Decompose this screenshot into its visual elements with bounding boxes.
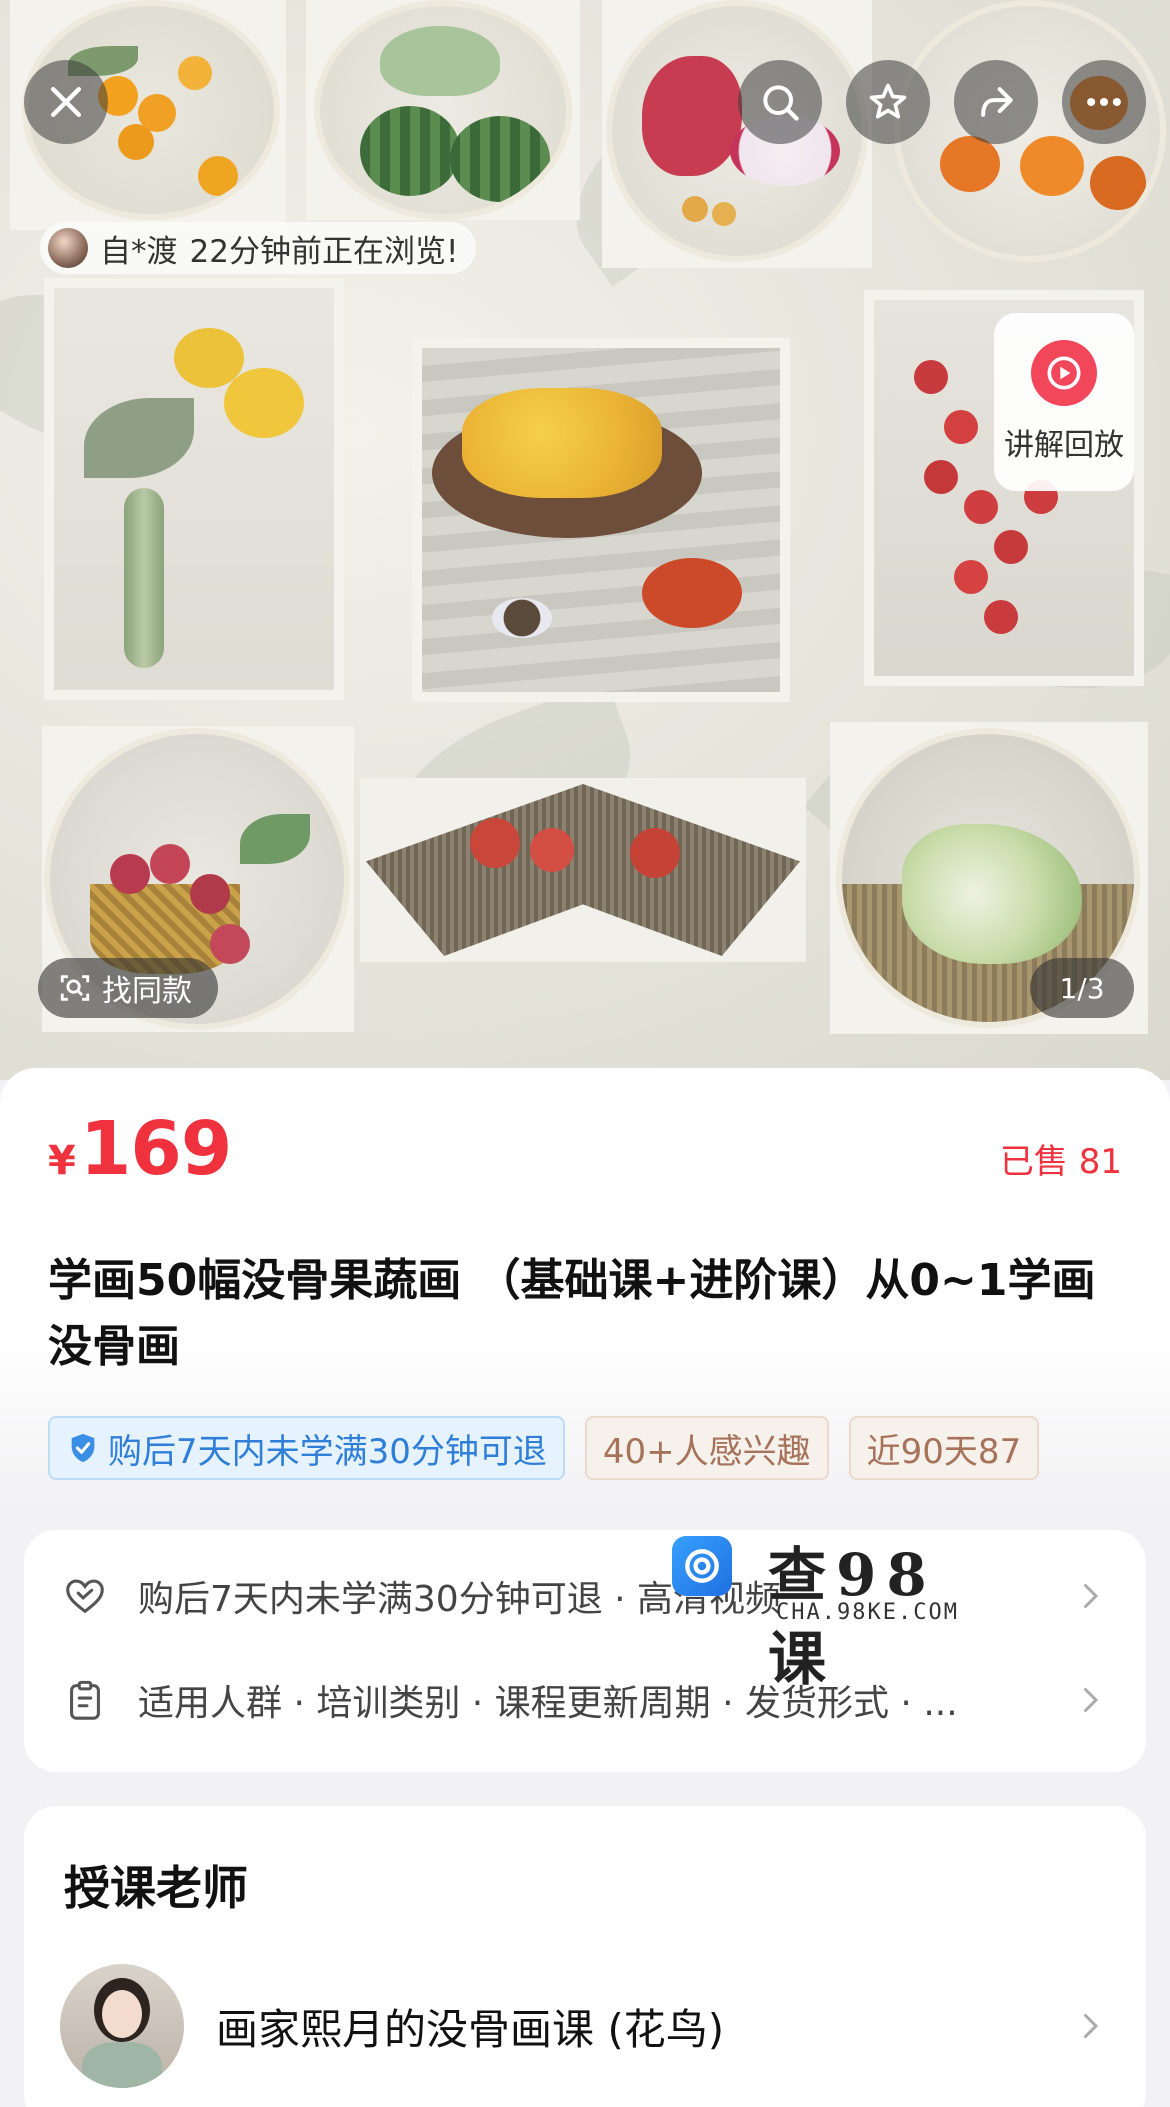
watermark: 查98课 CHA.98KE.COM bbox=[672, 1528, 982, 1693]
teacher-card: 授课老师 画家熙月的没骨画课 (花鸟) bbox=[24, 1806, 1146, 2107]
chevron-right-icon bbox=[1084, 2014, 1099, 2038]
chevron-right-icon bbox=[1084, 1584, 1099, 1608]
refund-guarantee-label: 购后7天内未学满30分钟可退 bbox=[108, 1431, 547, 1472]
refund-guarantee-tag: 购后7天内未学满30分钟可退 bbox=[48, 1416, 565, 1480]
teacher-row[interactable]: 画家熙月的没骨画课 (花鸟) bbox=[60, 1964, 1108, 2088]
replay-label: 讲解回放 bbox=[1004, 428, 1124, 463]
recent-sales-tag: 近90天87 bbox=[848, 1416, 1040, 1480]
price: ¥ 169 bbox=[48, 1106, 232, 1192]
search-icon bbox=[763, 85, 799, 121]
painting-pomegranate-fan bbox=[360, 778, 806, 962]
price-currency: ¥ bbox=[48, 1138, 76, 1184]
painting-pumpkin bbox=[314, 0, 572, 220]
more-button[interactable] bbox=[1062, 60, 1146, 144]
teacher-avatar bbox=[60, 1964, 184, 2088]
replay-icon bbox=[1031, 340, 1097, 406]
interest-tag: 40+人感兴趣 bbox=[584, 1416, 829, 1480]
watermark-url: CHA.98KE.COM bbox=[776, 1600, 959, 1625]
clipboard-icon bbox=[70, 1680, 100, 1720]
image-search-icon bbox=[60, 975, 90, 1001]
shield-check-icon bbox=[71, 1433, 95, 1463]
close-icon bbox=[50, 86, 82, 118]
chevron-right-icon bbox=[1084, 1688, 1099, 1712]
share-icon bbox=[981, 87, 1013, 117]
price-value: 169 bbox=[79, 1106, 232, 1192]
close-button[interactable] bbox=[24, 60, 108, 144]
product-image-gallery[interactable]: 自*渡 22分钟前正在浏览! 讲解回放 找同款 1/3 bbox=[0, 0, 1170, 1080]
painting-basket-crab bbox=[412, 338, 790, 702]
teacher-section-title: 授课老师 bbox=[64, 1861, 248, 1915]
find-same-label: 找同款 bbox=[102, 974, 192, 1009]
product-title: 学画50幅没骨果蔬画 （基础课+进阶课）从0~1学画没骨画 bbox=[48, 1255, 1096, 1372]
watermark-logo-icon bbox=[672, 1536, 732, 1596]
browsing-user: 自*渡 bbox=[100, 233, 178, 270]
recent-browsing-notice: 自*渡 22分钟前正在浏览! bbox=[40, 222, 477, 274]
browsing-text: 22分钟前正在浏览! bbox=[189, 233, 459, 270]
star-icon bbox=[869, 83, 907, 119]
favorite-button[interactable] bbox=[846, 60, 930, 144]
teacher-name: 画家熙月的没骨画课 (花鸟) bbox=[216, 2004, 725, 2054]
more-dots-icon bbox=[1087, 97, 1121, 107]
share-button[interactable] bbox=[954, 60, 1038, 144]
find-same-button[interactable]: 找同款 bbox=[38, 958, 218, 1018]
product-info-panel: ¥ 169 已售 81 学画50幅没骨果蔬画 （基础课+进阶课）从0~1学画没骨… bbox=[0, 1068, 1170, 2107]
heart-shield-icon bbox=[66, 1579, 104, 1614]
user-avatar bbox=[48, 228, 88, 268]
tag-row: 购后7天内未学满30分钟可退 40+人感兴趣 近90天87 bbox=[48, 1416, 1122, 1480]
search-button[interactable] bbox=[738, 60, 822, 144]
painting-luffa-flowers bbox=[44, 278, 344, 700]
sold-count: 已售 81 bbox=[999, 1142, 1122, 1182]
painting-dragon-fruit bbox=[606, 0, 868, 262]
replay-button[interactable]: 讲解回放 bbox=[994, 313, 1134, 491]
image-counter: 1/3 bbox=[1030, 958, 1134, 1018]
